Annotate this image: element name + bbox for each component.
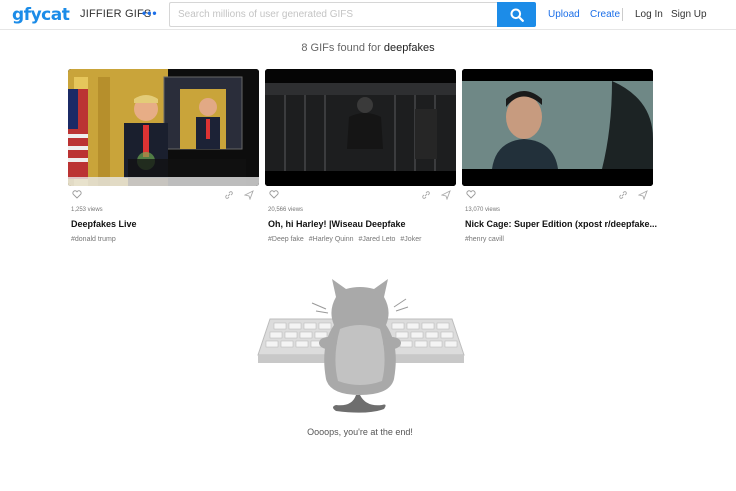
gif-title[interactable]: Deepfakes Live xyxy=(71,219,137,229)
upload-link[interactable]: Upload xyxy=(548,9,580,20)
search-icon xyxy=(510,8,524,22)
gif-thumbnail[interactable] xyxy=(68,69,259,186)
top-header: gfycat JIFFIER GIFS ••• Upload Create Lo… xyxy=(0,0,736,30)
link-icon[interactable] xyxy=(224,190,234,200)
login-link[interactable]: Log In xyxy=(635,9,663,20)
heart-icon[interactable] xyxy=(269,190,279,199)
share-icon[interactable] xyxy=(441,190,451,200)
results-prefix: 8 GIFs found for xyxy=(301,42,381,54)
tag-link[interactable]: #donald trump xyxy=(71,236,116,243)
tag-link[interactable]: #Deep fake xyxy=(268,236,304,243)
tag-list: #henry cavill xyxy=(465,236,507,243)
gif-thumbnail[interactable] xyxy=(462,69,653,186)
cat-keyboard-illustration xyxy=(257,279,465,413)
heart-icon[interactable] xyxy=(466,190,476,199)
gfycat-logo[interactable]: gfycat xyxy=(12,5,70,25)
view-count: 20,566 views xyxy=(268,207,304,213)
results-query: deepfakes xyxy=(383,42,435,54)
tagline: JIFFIER GIFS xyxy=(80,8,152,20)
logo-text: gfycat xyxy=(12,5,70,25)
create-link[interactable]: Create xyxy=(590,9,620,20)
nav-divider xyxy=(622,8,623,21)
more-menu-icon[interactable]: ••• xyxy=(142,6,158,20)
gif-card[interactable]: 13,070 views Nick Cage: Super Edition (x… xyxy=(462,69,657,243)
share-icon[interactable] xyxy=(244,190,254,200)
link-icon[interactable] xyxy=(421,190,431,200)
gif-thumbnail[interactable] xyxy=(265,69,456,186)
tag-link[interactable]: #Harley Quinn xyxy=(309,236,354,243)
search-input[interactable] xyxy=(169,2,498,27)
gif-preview-image xyxy=(68,69,259,186)
signup-link[interactable]: Sign Up xyxy=(671,9,707,20)
gif-preview-image xyxy=(462,69,653,186)
heart-icon[interactable] xyxy=(72,190,82,199)
tag-list: #donald trump xyxy=(71,236,119,243)
tag-list: #Deep fake #Harley Quinn #Jared Leto #Jo… xyxy=(268,236,424,243)
view-count: 13,070 views xyxy=(465,207,501,213)
card-actions xyxy=(462,186,653,206)
link-icon[interactable] xyxy=(618,190,628,200)
gif-title[interactable]: Oh, hi Harley! |Wiseau Deepfake xyxy=(268,219,405,229)
gif-title[interactable]: Nick Cage: Super Edition (xpost r/deepfa… xyxy=(465,219,657,229)
search-button[interactable] xyxy=(497,2,536,27)
tag-link[interactable]: #henry cavill xyxy=(465,236,504,243)
card-actions xyxy=(68,186,259,206)
card-actions xyxy=(265,186,456,206)
gif-card[interactable]: 20,566 views Oh, hi Harley! |Wiseau Deep… xyxy=(265,69,456,243)
gif-card[interactable]: 1,253 views Deepfakes Live #donald trump xyxy=(68,69,259,243)
end-of-results-message: Oooops, you're at the end! xyxy=(307,427,413,437)
results-summary: 8 GIFs found for deepfakes xyxy=(0,42,736,54)
tag-link[interactable]: #Jared Leto xyxy=(358,236,395,243)
tag-link[interactable]: #Joker xyxy=(400,236,421,243)
share-icon[interactable] xyxy=(638,190,648,200)
gif-preview-image xyxy=(265,69,456,186)
view-count: 1,253 views xyxy=(71,207,103,213)
